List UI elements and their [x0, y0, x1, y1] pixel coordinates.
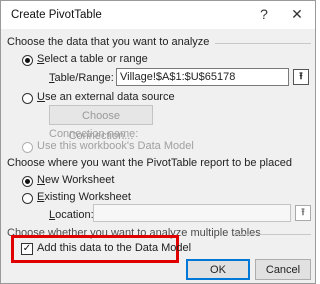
external-source-mnemonic: U — [37, 91, 45, 103]
location-label-rest: ocation: — [55, 209, 94, 221]
source-section-heading: Choose the data that you want to analyze — [7, 36, 210, 48]
data-model-source-radio[interactable] — [22, 142, 33, 153]
external-source-radio[interactable] — [22, 93, 33, 104]
help-button[interactable]: ? — [254, 6, 274, 22]
connection-name-label: Connection name: — [49, 128, 139, 140]
existing-worksheet-label[interactable]: Existing Worksheet — [37, 191, 131, 203]
select-range-label-rest: elect a table or range — [44, 53, 148, 65]
dialog-title: Create PivotTable — [11, 9, 102, 21]
table-range-label: Table/Range: — [49, 72, 114, 84]
new-worksheet-label-rest: ew Worksheet — [44, 174, 115, 186]
new-worksheet-mnemonic: N — [37, 174, 45, 186]
title-bar: Create PivotTable ? ✕ — [1, 1, 315, 29]
location-label: Location: — [49, 209, 94, 221]
table-range-label-rest: able/Range: — [54, 72, 114, 84]
location-picker-icon[interactable]: ⭱ — [295, 205, 311, 221]
add-to-data-model-label[interactable]: Add this data to the Data Model — [37, 242, 191, 254]
choose-connection-button[interactable]: Choose Connection... — [49, 105, 153, 142]
select-range-radio[interactable] — [22, 55, 33, 66]
range-picker-icon[interactable]: ⭱ — [293, 69, 309, 85]
external-source-label[interactable]: Use an external data source — [37, 91, 175, 103]
external-source-label-rest: se an external data source — [44, 91, 175, 103]
add-to-data-model-checkbox[interactable]: ✓ — [21, 243, 33, 255]
existing-worksheet-label-rest: xisting Worksheet — [44, 191, 131, 203]
section-divider — [233, 234, 311, 235]
location-input[interactable] — [93, 204, 291, 222]
cancel-button[interactable]: Cancel — [255, 259, 311, 280]
data-model-source-label[interactable]: Use this workbook's Data Model — [37, 140, 194, 152]
create-pivottable-dialog: Create PivotTable ? ✕ Choose the data th… — [0, 0, 316, 284]
placement-section-heading: Choose where you want the PivotTable rep… — [7, 157, 292, 169]
select-range-label[interactable]: Select a table or range — [37, 53, 148, 65]
section-divider — [215, 43, 311, 44]
table-range-input[interactable]: Village!$A$1:$U$65178 — [116, 68, 289, 86]
new-worksheet-radio[interactable] — [22, 176, 33, 187]
new-worksheet-label[interactable]: New Worksheet — [37, 174, 114, 186]
ok-button[interactable]: OK — [186, 259, 250, 280]
close-button[interactable]: ✕ — [287, 6, 307, 23]
existing-worksheet-radio[interactable] — [22, 193, 33, 204]
